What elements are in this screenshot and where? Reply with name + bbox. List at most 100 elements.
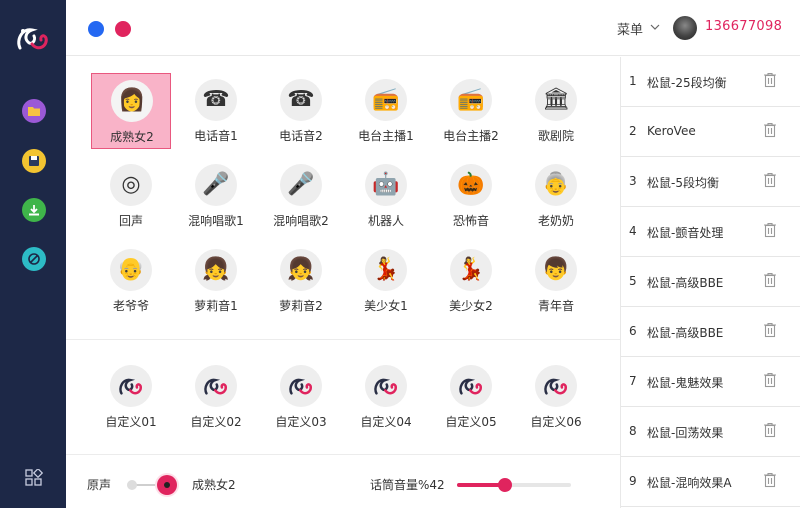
trash-icon[interactable]	[763, 422, 777, 438]
divider	[66, 339, 620, 340]
red-dot-button[interactable]	[115, 21, 131, 37]
blue-dot-button[interactable]	[88, 21, 104, 37]
voice-item[interactable]: ◎ 回声	[91, 158, 171, 234]
preset-row[interactable]: 7 松鼠-鬼魅效果	[621, 357, 800, 407]
chevron-down-icon[interactable]	[650, 22, 660, 32]
voice-item[interactable]: 👧 萝莉音2	[261, 243, 341, 319]
custom-voice-item[interactable]: 自定义06	[516, 359, 596, 435]
forbidden-icon	[28, 253, 40, 265]
trash-icon[interactable]	[763, 122, 777, 138]
save-icon	[29, 156, 39, 166]
disable-button[interactable]	[22, 247, 46, 271]
preset-list: 1 松鼠-25段均衡 2 KeroVee 3 松鼠-5段均衡 4 松鼠-颤音处理 5 松鼠-高级B…	[620, 57, 800, 508]
voice-item[interactable]: ☎ 电话音1	[176, 73, 256, 149]
voice-item[interactable]: 👵 老奶奶	[516, 158, 596, 234]
robot-icon: 🤖	[365, 164, 407, 206]
custom-voice-label: 自定义06	[530, 415, 582, 429]
sidebar	[0, 0, 66, 508]
save-button[interactable]	[22, 149, 46, 173]
echo-icon: ◎	[110, 164, 152, 206]
mic-volume-slider[interactable]	[457, 483, 571, 487]
opera-house-icon: 🏛	[535, 79, 577, 121]
trash-icon[interactable]	[763, 472, 777, 488]
preset-name: 松鼠-高级BBE	[647, 276, 724, 290]
preset-index: 3	[629, 174, 637, 188]
preset-row[interactable]: 8 松鼠-回荡效果	[621, 407, 800, 457]
radio-icon: 📻	[365, 79, 407, 121]
preset-row[interactable]: 5 松鼠-高级BBE	[621, 257, 800, 307]
voice-item[interactable]: 🤖 机器人	[346, 158, 426, 234]
preset-row[interactable]: 1 松鼠-25段均衡	[621, 57, 800, 107]
preset-row[interactable]: 4 松鼠-颤音处理	[621, 207, 800, 257]
girl-icon: 👧	[195, 249, 237, 291]
user-id[interactable]: 136677098	[705, 19, 782, 34]
trash-icon[interactable]	[763, 272, 777, 288]
mic-volume-handle[interactable]	[497, 478, 512, 492]
trash-icon[interactable]	[763, 222, 777, 238]
singer-icon: 🎤	[280, 164, 322, 206]
preset-name: 松鼠-高级BBE	[647, 326, 724, 340]
preset-row[interactable]: 6 松鼠-高级BBE	[621, 307, 800, 357]
trash-icon[interactable]	[763, 322, 777, 338]
trash-icon[interactable]	[763, 72, 777, 88]
grandpa-icon: 👴	[110, 249, 152, 291]
voice-item[interactable]: 📻 电台主播1	[346, 73, 426, 149]
voice-item[interactable]: 💃 美少女1	[346, 243, 426, 319]
custom-voice-item[interactable]: 自定义03	[261, 359, 341, 435]
preset-name: 松鼠-鬼魅效果	[647, 376, 724, 390]
toggle-off-dot	[127, 480, 137, 490]
original-voice-label: 原声	[87, 478, 112, 492]
apps-grid-icon[interactable]	[25, 469, 43, 487]
voice-item[interactable]: 👦 青年音	[516, 243, 596, 319]
current-voice-label: 成熟女2	[192, 478, 236, 492]
singer-icon: 🎤	[195, 164, 237, 206]
voice-item[interactable]: 🎃 恐怖音	[431, 158, 511, 234]
voice-item[interactable]: 📻 电台主播2	[431, 73, 511, 149]
young-man-icon: 👦	[535, 249, 577, 291]
voice-label: 青年音	[537, 299, 574, 313]
custom-logo-icon	[450, 365, 492, 407]
voice-item[interactable]: 👴 老爷爷	[91, 243, 171, 319]
custom-logo-icon	[535, 365, 577, 407]
custom-voice-item[interactable]: 自定义04	[346, 359, 426, 435]
preset-row[interactable]: 3 松鼠-5段均衡	[621, 157, 800, 207]
menu-button[interactable]: 菜单	[617, 19, 643, 38]
preset-index: 5	[629, 274, 637, 288]
preset-row[interactable]: 9 松鼠-混响效果A	[621, 457, 800, 507]
voice-item[interactable]: 💃 美少女2	[431, 243, 511, 319]
girl-icon: 👧	[280, 249, 322, 291]
custom-logo-icon	[365, 365, 407, 407]
preset-row[interactable]: 2 KeroVee	[621, 107, 800, 157]
preset-name: 松鼠-回荡效果	[647, 426, 724, 440]
voice-item[interactable]: ☎ 电话音2	[261, 73, 341, 149]
radio-icon: 📻	[450, 79, 492, 121]
avatar[interactable]	[673, 16, 697, 40]
preset-index: 6	[629, 324, 637, 338]
download-button[interactable]	[22, 198, 46, 222]
divider	[66, 454, 620, 455]
voice-item[interactable]: 👩 成熟女2	[91, 73, 171, 149]
voice-item[interactable]: 🏛 歌剧院	[516, 73, 596, 149]
custom-logo-icon	[110, 365, 152, 407]
download-icon	[29, 205, 39, 216]
telephone-icon: ☎	[195, 79, 237, 121]
voice-item[interactable]: 🎤 混响唱歌1	[176, 158, 256, 234]
preset-name: 松鼠-混响效果A	[647, 476, 732, 490]
beauty-girl-icon: 💃	[365, 249, 407, 291]
folder-button[interactable]	[22, 99, 46, 123]
pumpkin-icon: 🎃	[450, 164, 492, 206]
trash-icon[interactable]	[763, 172, 777, 188]
preset-index: 7	[629, 374, 637, 388]
trash-icon[interactable]	[763, 372, 777, 388]
mic-volume-label: 话筒音量%42	[370, 478, 445, 492]
custom-voice-item[interactable]: 自定义05	[431, 359, 511, 435]
voice-toggle-knob[interactable]	[157, 475, 177, 495]
custom-voice-item[interactable]: 自定义02	[176, 359, 256, 435]
preset-name: 松鼠-25段均衡	[647, 76, 727, 90]
voice-panel: 👩 成熟女2 ☎ 电话音1 ☎ 电话音2 📻 电台主播1 📻 电台主播2 🏛 歌剧院 ◎ 回声 🎤 混响唱歌1…	[66, 57, 620, 508]
voice-item[interactable]: 🎤 混响唱歌2	[261, 158, 341, 234]
woman-avatar-icon: 👩	[111, 80, 153, 122]
voice-item[interactable]: 👧 萝莉音1	[176, 243, 256, 319]
app-logo-icon	[17, 28, 48, 50]
custom-voice-item[interactable]: 自定义01	[91, 359, 171, 435]
